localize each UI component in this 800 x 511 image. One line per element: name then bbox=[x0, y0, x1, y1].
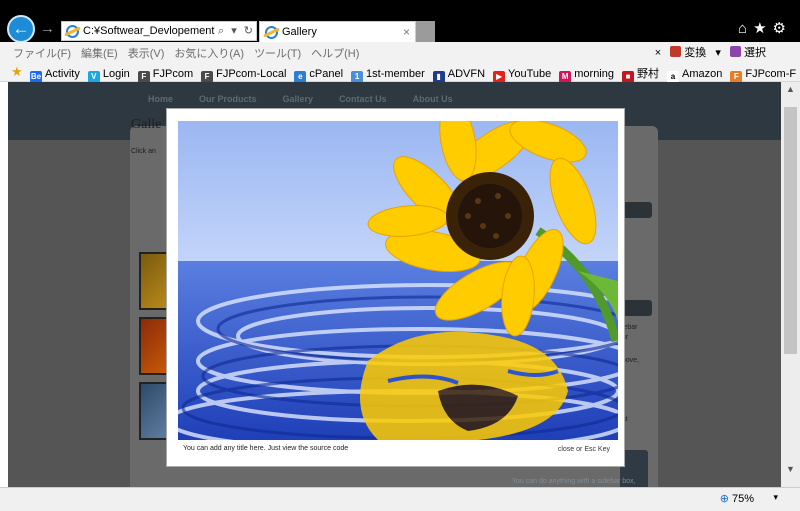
favorite-label: cPanel bbox=[309, 68, 344, 80]
page-subtext: Click an bbox=[131, 148, 156, 155]
zoom-level: 75% bbox=[731, 493, 754, 505]
favorite-label: FJPcom bbox=[152, 68, 194, 80]
scroll-down-icon[interactable]: ▼ bbox=[786, 464, 795, 474]
site-nav-link[interactable]: Contact Us bbox=[339, 94, 387, 104]
menu-items: ファイル(F) 編集(E) 表示(V) お気に入り(A) ツール(T) ヘルプ(H) bbox=[13, 45, 369, 61]
favorite-link[interactable]: Be Activity bbox=[30, 68, 80, 83]
favorite-link[interactable]: Mmorning bbox=[559, 68, 614, 83]
site-nav-link[interactable]: About Us bbox=[413, 94, 453, 104]
ie-icon bbox=[66, 25, 79, 38]
address-bar[interactable]: C:¥Softwear_Devlopement¥\ ⌕ ▾ ↻ bbox=[61, 21, 257, 41]
favorite-link[interactable]: ▮ ADVFN bbox=[432, 68, 486, 83]
favorite-link[interactable]: a Amazon bbox=[667, 68, 722, 83]
scroll-up-icon[interactable]: ▲ bbox=[786, 84, 795, 94]
menu-item[interactable]: ファイル(F) bbox=[13, 48, 71, 60]
browser-titlebar: ← → C:¥Softwear_Devlopement¥\ ⌕ ▾ ↻ Gall… bbox=[0, 0, 800, 43]
gallery-thumbnail[interactable] bbox=[139, 317, 169, 375]
convert-dropdown-icon[interactable]: ▾ bbox=[715, 47, 721, 59]
back-button[interactable]: ← bbox=[7, 15, 35, 43]
convert-label: 変換 bbox=[684, 47, 707, 59]
favorite-label: Activity bbox=[45, 68, 80, 80]
favorite-link[interactable]: ▶ YouTube bbox=[493, 68, 551, 83]
favorite-label: ADVFN bbox=[447, 68, 486, 80]
gallery-thumbnail[interactable] bbox=[139, 252, 169, 310]
home-favorites-settings-icons[interactable]: ⌂★⚙ bbox=[738, 19, 792, 37]
favorite-label: YouTube bbox=[508, 68, 552, 80]
zoom-icon: ⊕ bbox=[719, 493, 729, 505]
lightbox-caption: You can add any title here. Just view th… bbox=[183, 445, 349, 452]
site-nav-link[interactable]: Our Products bbox=[199, 94, 257, 104]
menu-item[interactable]: ツール(T) bbox=[254, 48, 301, 60]
zoom-control[interactable]: ⊕ 75% bbox=[720, 492, 754, 505]
favorite-link[interactable]: ■ 野村 bbox=[622, 65, 659, 83]
menu-item[interactable]: 表示(V) bbox=[128, 48, 165, 60]
convert-icon bbox=[670, 46, 682, 57]
menu-right: × 変換 ▾ 選択 bbox=[649, 44, 766, 60]
forward-button[interactable]: → bbox=[40, 20, 55, 37]
page-heading: Galle bbox=[131, 117, 162, 132]
address-controls[interactable]: ⌕ ▾ ↻ bbox=[218, 24, 255, 38]
new-tab-button[interactable] bbox=[416, 21, 435, 42]
sidebar-text: You can do anything with a sidebar box, bbox=[512, 478, 636, 485]
favorite-link[interactable]: e cPanel bbox=[294, 68, 343, 83]
lightbox-image[interactable] bbox=[178, 121, 618, 440]
favorite-label: FJPcom-F bbox=[745, 68, 797, 80]
select-button[interactable]: 選択 bbox=[729, 46, 766, 59]
site-nav-link[interactable]: Home bbox=[148, 94, 173, 104]
site-nav-link[interactable]: Gallery bbox=[283, 94, 314, 104]
tab-close-icon[interactable]: × bbox=[403, 25, 410, 39]
convert-button[interactable]: 変換 bbox=[670, 46, 707, 59]
lightbox-close-link[interactable]: close or Esc Key bbox=[558, 446, 610, 453]
scrollbar-thumb[interactable] bbox=[784, 107, 797, 354]
favorite-label: Login bbox=[102, 68, 130, 80]
gallery-thumbnail[interactable] bbox=[139, 382, 169, 440]
menu-item[interactable]: 編集(E) bbox=[81, 48, 118, 60]
status-bar: ⊕ 75% ▾ bbox=[0, 487, 800, 511]
favorites-bar: ★ Be Activity V Login F FJPcom F FJPcom-Local e c… bbox=[0, 62, 800, 83]
vertical-scrollbar[interactable]: ▲ ▼ bbox=[781, 82, 800, 487]
tab-gallery[interactable]: Gallery × bbox=[259, 21, 416, 42]
site-nav-links: Home Our Products Gallery Contact Us About U… bbox=[148, 94, 479, 104]
menu-bar: ファイル(F) 編集(E) 表示(V) お気に入り(A) ツール(T) ヘルプ(H) × … bbox=[0, 42, 800, 62]
lightbox: You can add any title here. Just view th… bbox=[166, 108, 625, 467]
add-favorite-star-icon[interactable]: ★ bbox=[11, 64, 23, 80]
favorite-link[interactable]: F FJPcom-F bbox=[730, 68, 796, 83]
address-text[interactable]: C:¥Softwear_Devlopement¥\ bbox=[83, 25, 215, 37]
favorite-label: 野村 bbox=[637, 68, 659, 80]
favorite-label: Amazon bbox=[682, 68, 723, 80]
sunflower-image bbox=[178, 121, 618, 440]
tab-title: Gallery bbox=[282, 26, 317, 38]
menu-item[interactable]: ヘルプ(H) bbox=[311, 48, 359, 60]
select-icon bbox=[729, 46, 741, 57]
favorite-link[interactable]: F FJPcom-Local bbox=[201, 68, 286, 83]
menu-close-icon[interactable]: × bbox=[655, 47, 661, 59]
select-label: 選択 bbox=[744, 47, 766, 59]
zoom-dropdown-icon[interactable]: ▾ bbox=[773, 492, 778, 503]
favorite-link[interactable]: 1 1st-member bbox=[351, 68, 425, 83]
favorite-label: 1st-member bbox=[366, 68, 425, 80]
favorite-label: morning bbox=[574, 68, 614, 80]
favorite-link[interactable]: V Login bbox=[87, 68, 130, 83]
favorites-list: Be Activity V Login F FJPcom F FJPcom-Local e cPa… bbox=[30, 65, 800, 83]
favorite-link[interactable]: F FJPcom bbox=[137, 68, 194, 83]
menu-item[interactable]: お気に入り(A) bbox=[174, 48, 244, 60]
ie-icon bbox=[265, 26, 278, 39]
favorite-label: FJPcom-Local bbox=[216, 68, 287, 80]
